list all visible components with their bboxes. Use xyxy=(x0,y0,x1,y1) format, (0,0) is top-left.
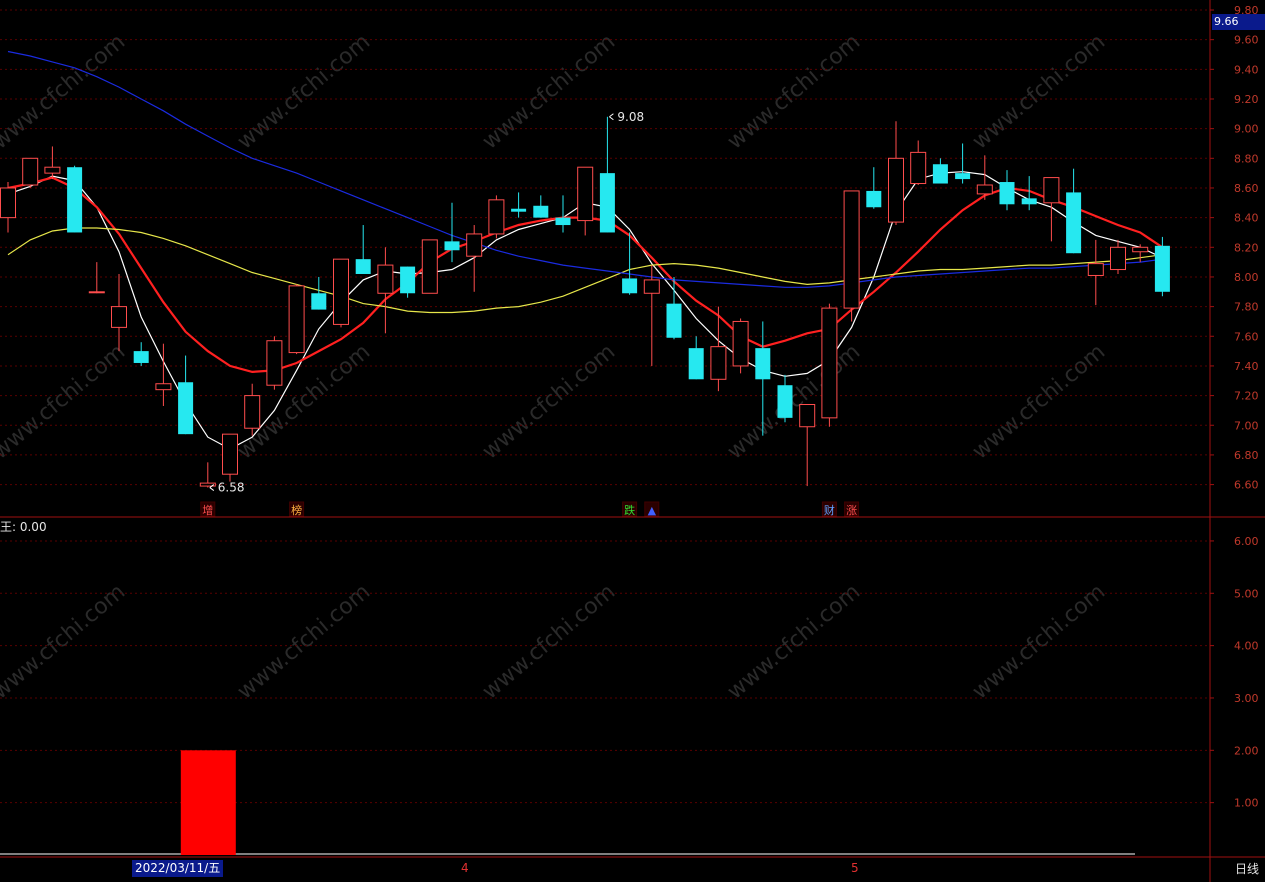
cursor-date-label: 2022/03/11/五 xyxy=(132,860,224,877)
annotation-label: 9.08 xyxy=(617,110,644,124)
event-tag: 涨 xyxy=(846,504,857,517)
price-tick-label: 8.20 xyxy=(1234,241,1259,254)
price-tick-label: 9.40 xyxy=(1234,63,1259,76)
candle-body xyxy=(111,306,127,328)
price-tick-label: 8.40 xyxy=(1234,212,1259,225)
price-tick-label: 9.60 xyxy=(1234,34,1259,47)
candle-body xyxy=(377,264,394,294)
candle-body xyxy=(999,182,1015,205)
stock-chart[interactable]: www.cfchi.com www.cfchi.com www.cfchi.com w… xyxy=(0,0,1265,882)
candle-body xyxy=(288,285,305,354)
candle-body xyxy=(755,348,771,380)
candle-body xyxy=(910,151,927,185)
candle-body xyxy=(577,166,594,222)
candle-body xyxy=(0,187,16,219)
candle-body xyxy=(488,199,505,235)
candle-body xyxy=(821,307,838,419)
price-tick-label: 7.60 xyxy=(1234,330,1259,343)
candle-body xyxy=(555,217,571,226)
candle-body xyxy=(44,166,61,174)
candle-body xyxy=(178,382,194,435)
indicator-tick-label: 1.00 xyxy=(1234,797,1259,810)
candle-body xyxy=(67,167,83,233)
candle-body xyxy=(866,190,882,208)
candle-body xyxy=(688,348,704,380)
candle-body xyxy=(666,303,682,338)
indicator-tick-label: 2.00 xyxy=(1234,744,1259,757)
candle-body xyxy=(333,258,349,325)
candle-body xyxy=(622,278,638,294)
price-tick-label: 9.20 xyxy=(1234,93,1259,106)
price-tick-label: 6.80 xyxy=(1234,449,1259,462)
candle-body xyxy=(932,164,948,184)
candle-body xyxy=(710,346,727,380)
event-tag: ▲ xyxy=(648,504,657,517)
price-tick-label: 8.80 xyxy=(1234,152,1259,165)
indicator-tick-label: 4.00 xyxy=(1234,640,1259,653)
indicator-label: 王: 0.00 xyxy=(0,520,47,534)
candle-body xyxy=(1066,192,1082,254)
indicator-tick-label: 6.00 xyxy=(1234,535,1259,548)
candle-body xyxy=(955,173,971,180)
month-marker-5: 5 xyxy=(851,861,859,875)
candle-body xyxy=(466,233,483,257)
candle-body xyxy=(843,190,860,309)
candle-body xyxy=(311,293,327,310)
candle-body xyxy=(533,205,549,218)
candle-body xyxy=(643,279,660,294)
event-tag: 跌 xyxy=(624,503,635,517)
event-tag: 榜 xyxy=(291,503,302,517)
candle-body xyxy=(1087,263,1104,276)
indicator-bar xyxy=(180,750,236,855)
candle-body xyxy=(1021,198,1037,205)
candle-body xyxy=(1043,177,1060,204)
price-tick-label: 8.00 xyxy=(1234,271,1259,284)
price-tick-label: 7.40 xyxy=(1234,360,1259,373)
chart-background xyxy=(0,0,1265,882)
candle-body xyxy=(1154,245,1170,292)
candle-body xyxy=(155,383,172,391)
price-tick-label: 7.80 xyxy=(1234,301,1259,314)
candle-body xyxy=(88,291,105,294)
price-tick-label: 9.00 xyxy=(1234,123,1259,136)
month-marker-4: 4 xyxy=(461,861,469,875)
price-tick-label: 7.00 xyxy=(1234,419,1259,432)
period-button[interactable]: 日线 xyxy=(1235,860,1259,878)
event-tag: 增 xyxy=(202,503,213,517)
candle-body xyxy=(777,385,793,418)
candle-body xyxy=(799,403,816,428)
price-tick-label: 7.20 xyxy=(1234,390,1259,403)
candle-body xyxy=(22,157,39,186)
price-tick-label: 6.60 xyxy=(1234,479,1259,492)
annotation-label: 6.58 xyxy=(218,481,245,495)
candle-body xyxy=(732,320,749,367)
candle-body xyxy=(976,184,993,195)
candle-body xyxy=(355,259,371,274)
candle-body xyxy=(599,173,615,233)
candle-body xyxy=(222,433,238,475)
candle-body xyxy=(133,351,149,363)
candle-body xyxy=(244,395,261,429)
candle-body xyxy=(1132,246,1149,253)
indicator-tick-label: 5.00 xyxy=(1234,587,1259,600)
candle-body xyxy=(266,340,283,386)
indicator-tick-label: 3.00 xyxy=(1234,692,1259,705)
last-price-label: 9.66 xyxy=(1212,14,1265,30)
event-tag: 财 xyxy=(824,503,835,517)
candle-body xyxy=(511,208,527,212)
candle-body xyxy=(444,241,460,251)
candle-body xyxy=(888,157,904,223)
price-tick-label: 8.60 xyxy=(1234,182,1259,195)
candle-body xyxy=(1110,246,1126,271)
candle-body xyxy=(400,266,416,294)
candle-body xyxy=(421,239,438,294)
